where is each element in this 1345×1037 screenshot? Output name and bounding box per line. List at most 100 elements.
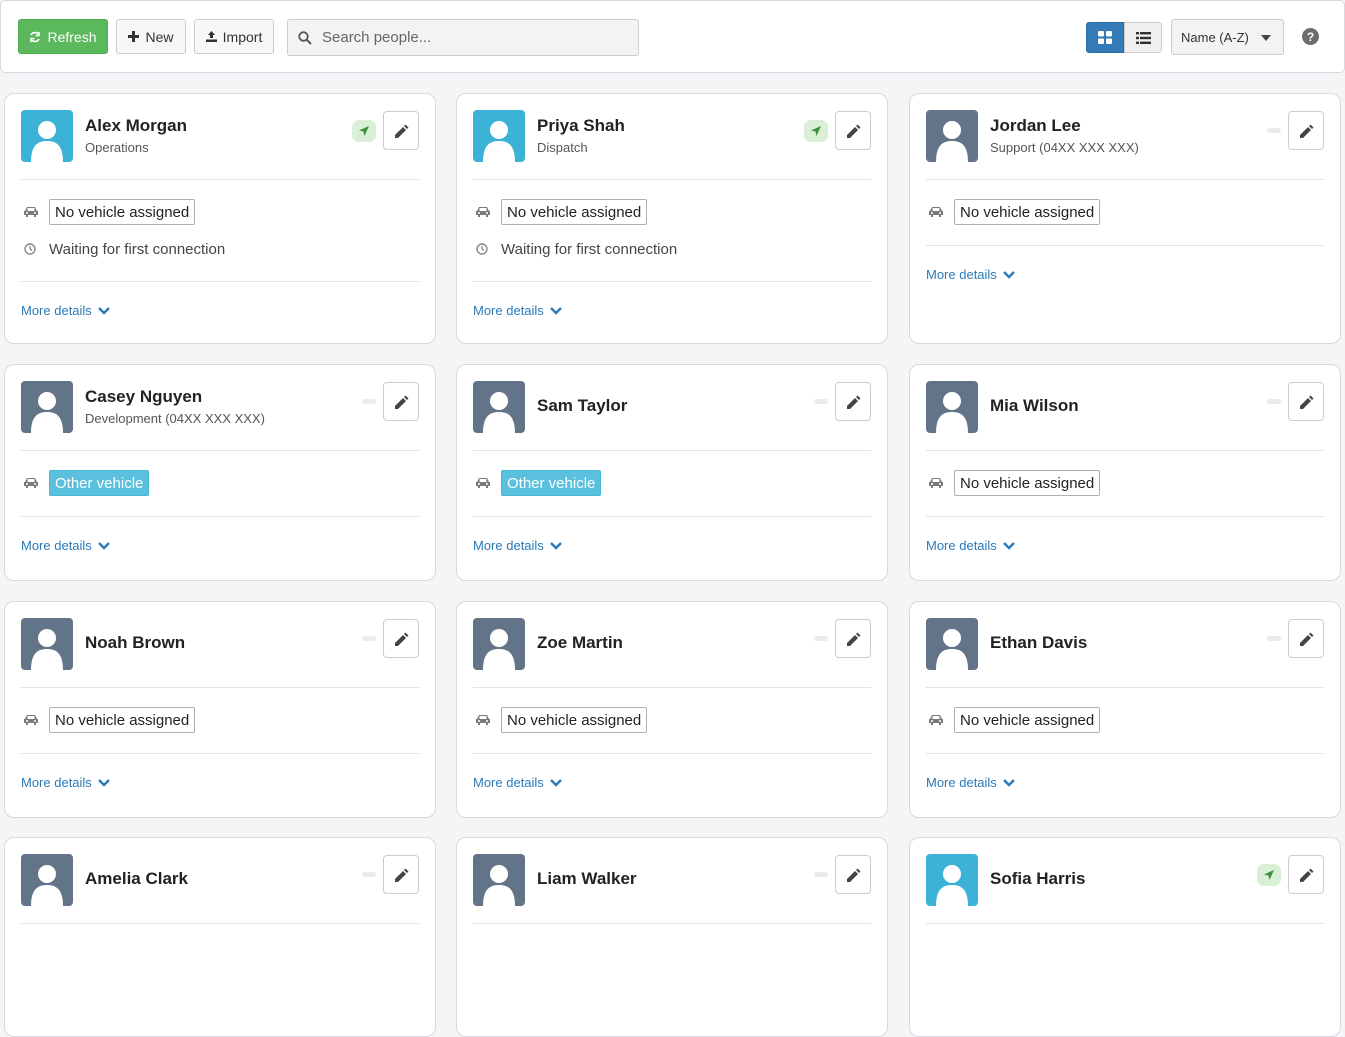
sort-select[interactable]: Name (A-Z) — [1171, 19, 1284, 55]
more-details-link[interactable]: More details — [926, 775, 1015, 790]
clock-icon — [476, 243, 488, 255]
person-name[interactable]: Zoe Martin — [537, 633, 623, 653]
person-name[interactable]: Casey Nguyen — [85, 387, 202, 407]
avatar — [926, 381, 978, 433]
person-name[interactable]: Liam Walker — [537, 869, 637, 889]
divider — [926, 923, 1324, 924]
edit-button[interactable] — [835, 111, 871, 150]
clock-icon — [24, 243, 36, 255]
vehicle-badge: Other vehicle — [49, 470, 150, 496]
person-name[interactable]: Sofia Harris — [990, 869, 1085, 889]
grid-view-button[interactable] — [1086, 22, 1124, 53]
divider — [21, 687, 419, 688]
person-card: Zoe Martin No vehicle assigned More detail… — [456, 601, 888, 818]
car-icon — [928, 476, 944, 490]
edit-button[interactable] — [1288, 382, 1324, 421]
search-input[interactable] — [320, 28, 624, 47]
edit-button[interactable] — [383, 382, 419, 421]
more-details-link[interactable]: More details — [473, 303, 562, 318]
search-icon — [298, 30, 312, 45]
user-icon — [21, 618, 73, 670]
user-icon — [473, 854, 525, 906]
help-icon[interactable]: ? — [1302, 28, 1319, 45]
user-icon — [926, 110, 978, 162]
person-name[interactable]: Noah Brown — [85, 633, 185, 653]
avatar — [21, 110, 73, 162]
edit-button[interactable] — [383, 855, 419, 894]
refresh-button[interactable]: Refresh — [18, 19, 108, 54]
pencil-icon — [845, 867, 861, 883]
edit-button[interactable] — [1288, 111, 1324, 150]
location-inactive-indicator — [1267, 399, 1281, 404]
person-subtitle: Dispatch — [537, 140, 588, 155]
avatar — [473, 854, 525, 906]
divider — [473, 923, 871, 924]
import-label: Import — [222, 28, 263, 45]
person-subtitle: Development (04XX XXX XXX) — [85, 411, 265, 426]
divider — [473, 516, 871, 517]
divider — [926, 687, 1324, 688]
edit-button[interactable] — [1288, 619, 1324, 658]
more-details-link[interactable]: More details — [473, 538, 562, 553]
edit-button[interactable] — [383, 619, 419, 658]
more-details-link[interactable]: More details — [473, 775, 562, 790]
user-icon — [21, 381, 73, 433]
person-name[interactable]: Ethan Davis — [990, 633, 1087, 653]
person-card: Noah Brown No vehicle assigned More detail… — [4, 601, 436, 818]
edit-button[interactable] — [835, 855, 871, 894]
avatar — [21, 618, 73, 670]
person-name[interactable]: Mia Wilson — [990, 396, 1079, 416]
vehicle-badge: No vehicle assigned — [501, 199, 648, 225]
pencil-icon — [845, 123, 861, 139]
divider — [21, 753, 419, 754]
divider — [21, 281, 419, 282]
person-name[interactable]: Alex Morgan — [85, 116, 187, 136]
more-details-label: More details — [926, 267, 997, 282]
avatar — [926, 110, 978, 162]
location-active-badge — [352, 120, 376, 142]
more-details-link[interactable]: More details — [21, 775, 110, 790]
more-details-link[interactable]: More details — [926, 267, 1015, 282]
import-button[interactable]: Import — [194, 19, 274, 54]
pencil-icon — [1298, 394, 1314, 410]
user-icon — [21, 110, 73, 162]
edit-button[interactable] — [1288, 855, 1324, 894]
location-active-badge — [804, 120, 828, 142]
list-icon — [1135, 31, 1151, 44]
divider — [473, 753, 871, 754]
avatar — [926, 618, 978, 670]
location-inactive-indicator — [1267, 636, 1281, 641]
edit-button[interactable] — [835, 382, 871, 421]
user-icon — [21, 854, 73, 906]
location-inactive-indicator — [362, 399, 376, 404]
edit-button[interactable] — [835, 619, 871, 658]
more-details-label: More details — [473, 303, 544, 318]
chevron-down-icon — [549, 541, 562, 550]
person-name[interactable]: Sam Taylor — [537, 396, 627, 416]
location-arrow-icon — [1263, 869, 1275, 881]
vehicle-badge: No vehicle assigned — [954, 707, 1101, 733]
divider — [21, 923, 419, 924]
pencil-icon — [393, 867, 409, 883]
list-view-button[interactable] — [1124, 22, 1162, 53]
more-details-link[interactable]: More details — [926, 538, 1015, 553]
person-name[interactable]: Priya Shah — [537, 116, 625, 136]
pencil-icon — [1298, 867, 1314, 883]
person-name[interactable]: Jordan Lee — [990, 116, 1081, 136]
more-details-label: More details — [473, 538, 544, 553]
divider — [21, 179, 419, 180]
more-details-link[interactable]: More details — [21, 538, 110, 553]
refresh-label: Refresh — [47, 28, 97, 45]
new-button[interactable]: New — [116, 19, 186, 54]
divider — [926, 179, 1324, 180]
location-arrow-icon — [810, 125, 822, 137]
upload-icon — [205, 31, 217, 42]
edit-button[interactable] — [383, 111, 419, 150]
car-icon — [23, 713, 39, 727]
more-details-link[interactable]: More details — [21, 303, 110, 318]
person-card: Casey Nguyen Development (04XX XXX XXX) Ot… — [4, 364, 436, 581]
person-name[interactable]: Amelia Clark — [85, 869, 188, 889]
more-details-label: More details — [926, 538, 997, 553]
location-inactive-indicator — [814, 399, 828, 404]
connection-status: Waiting for first connection — [49, 241, 226, 258]
